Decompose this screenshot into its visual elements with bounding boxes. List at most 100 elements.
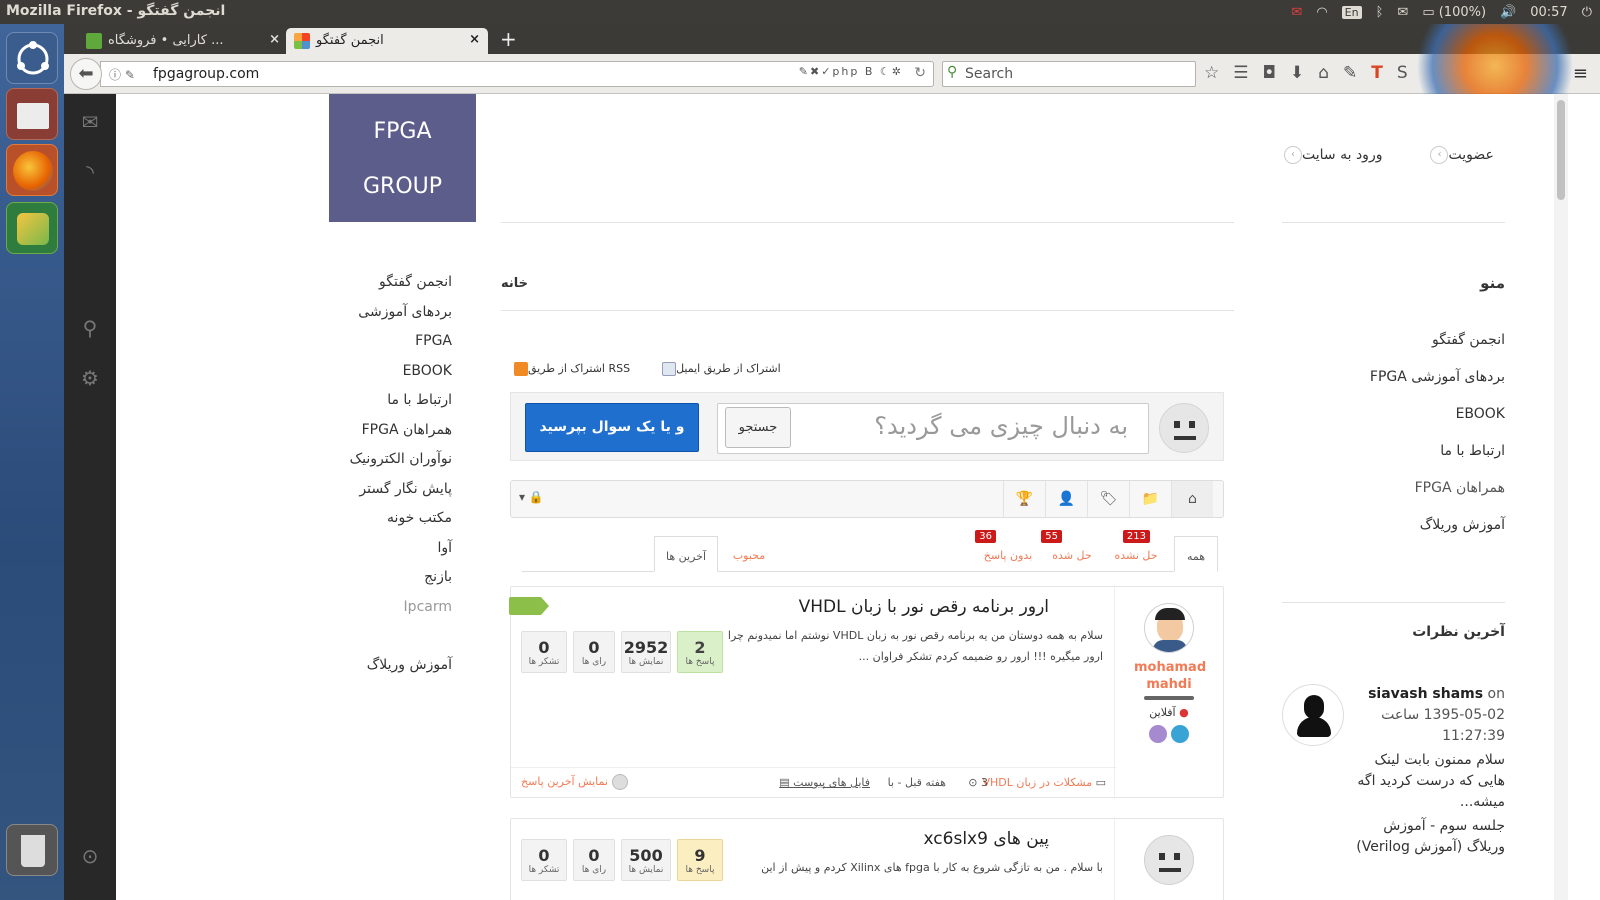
files-icon[interactable] <box>6 88 58 140</box>
search-button[interactable]: جستجو <box>725 407 791 448</box>
right-menu-item[interactable]: همراهان FPGA <box>1282 480 1505 496</box>
settings-gear-icon[interactable]: ⚙ <box>78 366 102 390</box>
answers-value: 2 <box>694 638 706 657</box>
address-bar[interactable]: ⓘ ✎ fpgagroup.com ✎✖✓php B ☾✲ ↻ <box>100 61 934 87</box>
left-menu-item[interactable]: همراهان FPGA <box>336 422 452 452</box>
menu-icon[interactable]: ≡ <box>1573 63 1588 84</box>
left-menu-item[interactable]: EBOOK <box>336 363 452 393</box>
breadcrumb[interactable]: خانه <box>501 276 528 291</box>
left-menu-item[interactable]: آموزش وریلاگ <box>336 657 452 687</box>
network-error-icon[interactable]: ✉ <box>1291 5 1302 20</box>
new-tab-button[interactable]: + <box>500 27 517 51</box>
ask-question-button[interactable]: و یا یک سوال بپرسید <box>525 403 699 452</box>
bookmark-star-icon[interactable]: ☆ <box>1204 63 1219 83</box>
volume-icon[interactable]: 🔊 <box>1500 5 1516 20</box>
tab-unanswered-label: بدون پاسخ <box>983 549 1033 562</box>
user-icon[interactable]: 👤 <box>1045 481 1087 517</box>
addon-icons[interactable]: ✎✖✓php B ☾✲ <box>799 65 903 78</box>
left-menu-item[interactable]: انجمن گفتگو <box>336 274 452 304</box>
divider <box>1282 222 1505 223</box>
tab-solved[interactable]: حل شده 55 <box>1041 530 1100 572</box>
right-menu-item[interactable]: ارتباط با ما <box>1282 443 1505 459</box>
right-menu-item[interactable]: انجمن گفتگو <box>1282 332 1505 348</box>
tab-unsolved[interactable]: حل نشده 213 <box>1106 530 1166 572</box>
share-rss-link[interactable]: اشتراک از طریق RSS <box>510 362 630 376</box>
question-title[interactable]: ارور برنامه رقص نور با زبان VHDL <box>799 597 1049 617</box>
right-menu-item[interactable]: EBOOK <box>1282 406 1505 422</box>
trash-icon[interactable] <box>6 824 58 876</box>
category-tag[interactable] <box>509 597 549 615</box>
author-name[interactable]: mohamad mahdi <box>1134 659 1206 693</box>
back-button[interactable]: ⬅ <box>70 58 102 90</box>
comment-author[interactable]: siavash shams <box>1368 686 1483 702</box>
addon-icon[interactable]: ✎ <box>1343 63 1357 83</box>
tab-popular[interactable]: محبوب <box>724 536 774 572</box>
left-menu-item[interactable]: نوآوران الکترونیک <box>336 451 452 481</box>
draw-app-icon[interactable] <box>6 202 58 254</box>
lock-dropdown-icon[interactable]: ▾ 🔒 <box>519 490 544 504</box>
scrollbar-thumb[interactable] <box>1557 100 1565 200</box>
pocket-icon[interactable]: ◘ <box>1263 63 1276 83</box>
tab-all[interactable]: همه <box>1174 536 1218 572</box>
left-menu-item[interactable]: FPGA <box>336 333 452 363</box>
battery-indicator[interactable]: ▭ (100%) <box>1422 5 1486 20</box>
question-title[interactable]: پین های xc6slx9 <box>924 829 1049 849</box>
tab-unanswered[interactable]: بدون پاسخ 36 <box>975 530 1038 572</box>
up-arrow-icon[interactable]: ⊙ <box>78 844 102 868</box>
last-reply-link[interactable]: نمایش آخرین پاسخ <box>521 774 628 790</box>
site-logo[interactable]: FPGA GROUP <box>329 94 476 222</box>
home-icon[interactable]: ⌂ <box>1171 481 1213 517</box>
left-menu-item[interactable]: بازنج <box>336 569 452 599</box>
trophy-icon[interactable]: 🏆 <box>1003 481 1045 517</box>
close-tab-icon[interactable]: × <box>469 32 480 47</box>
online-status: ● آفلاین <box>1115 706 1223 719</box>
translate-icon[interactable]: T <box>1371 63 1383 83</box>
left-menu-item[interactable]: مکتب خونه <box>336 510 452 540</box>
badge-icon[interactable] <box>1148 725 1167 743</box>
keyboard-layout-indicator[interactable]: En <box>1341 5 1362 19</box>
reload-icon[interactable]: ↻ <box>914 65 926 81</box>
right-menu-item[interactable]: آموزش وریلاگ <box>1282 517 1505 533</box>
commenter-avatar[interactable] <box>1282 684 1344 746</box>
attachments-link[interactable]: فایل های پیوست ▤ <box>779 776 870 789</box>
folder-icon[interactable]: 📁 <box>1129 481 1171 517</box>
bluetooth-icon[interactable]: ᛒ <box>1376 5 1384 20</box>
firefox-launcher-icon[interactable] <box>6 144 58 196</box>
home-icon[interactable]: ⌂ <box>1318 63 1329 83</box>
site-info-icon[interactable]: ⓘ ✎ <box>109 66 135 83</box>
mail-icon[interactable]: ✉ <box>78 110 102 134</box>
login-link[interactable]: ‹ ورود به سایت <box>1276 146 1382 164</box>
register-link[interactable]: ‹ عضویت <box>1422 146 1494 164</box>
share-email-link[interactable]: اشتراک از طریق ایمیل <box>658 362 781 376</box>
clock[interactable]: 00:57 <box>1530 5 1567 20</box>
downloads-icon[interactable]: ⬇ <box>1290 63 1304 83</box>
logo-line2: GROUP <box>362 174 443 199</box>
right-menu-item[interactable]: بردهای آموزشی FPGA <box>1282 369 1505 385</box>
power-icon[interactable]: ⏻ <box>1582 5 1592 20</box>
badge-icon[interactable] <box>1171 725 1190 743</box>
rss-icon[interactable]: ◝ <box>78 160 102 184</box>
page-scrollbar[interactable] <box>1554 94 1568 900</box>
ubuntu-dash-icon[interactable] <box>6 32 58 84</box>
left-menu-item[interactable]: ارتباط با ما <box>336 392 452 422</box>
search-icon[interactable]: ⚲ <box>78 316 102 340</box>
left-menu-item[interactable]: پایش نگار گستر <box>336 481 452 511</box>
tab-latest[interactable]: آخرین ها <box>654 536 718 572</box>
views-label: نمایش ها <box>628 657 664 667</box>
tab-forum[interactable]: انجمن گفتگو × <box>286 28 488 54</box>
wifi-icon[interactable]: ◠ <box>1316 5 1327 20</box>
left-menu-item[interactable]: بردهای آموزشی <box>336 304 452 334</box>
left-menu-item[interactable]: Ipcarm <box>336 599 452 629</box>
tag-icon[interactable]: 🏷 <box>1087 481 1129 517</box>
search-input[interactable]: ⚲ Search <box>942 61 1196 87</box>
reading-list-icon[interactable]: ☰ <box>1233 63 1248 83</box>
close-tab-icon[interactable]: × <box>269 32 280 47</box>
s3-icon[interactable]: S <box>1397 63 1408 83</box>
left-menu-item[interactable]: آوا <box>336 540 452 570</box>
tab-shop[interactable]: کارایی • فروشگاه ... × <box>78 28 288 54</box>
comment-post-link[interactable]: جلسه سوم - آموزش وریلاگ (آموزش Verilog) <box>1356 816 1505 858</box>
mail-icon[interactable]: ✉ <box>1397 5 1408 20</box>
category-link[interactable]: ▭ مشکلات در زبان VHDL <box>983 776 1107 789</box>
avatar[interactable] <box>1144 603 1194 653</box>
avatar[interactable] <box>1144 835 1194 885</box>
